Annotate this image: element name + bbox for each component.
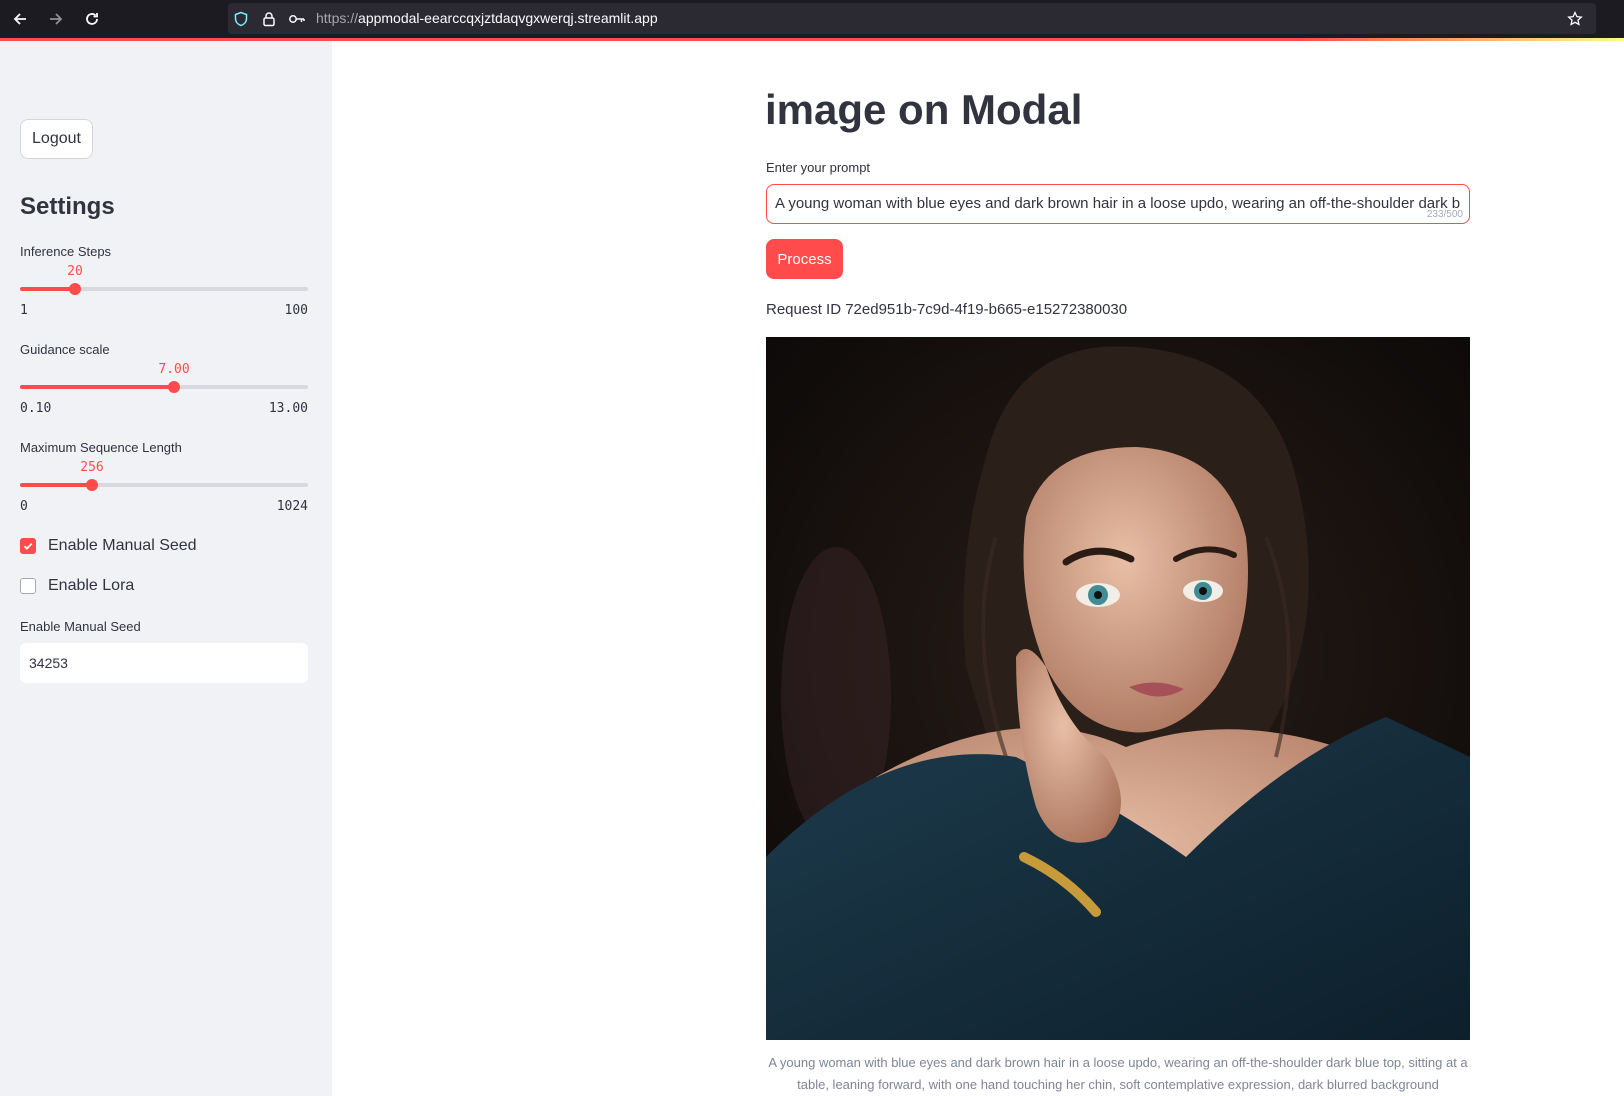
sidebar: Logout Settings Inference Steps 20 1 100…	[0, 41, 332, 1096]
slider-fill	[20, 385, 174, 389]
prompt-input-value: A young woman with blue eyes and dark br…	[775, 195, 1461, 212]
prompt-input[interactable]: A young woman with blue eyes and dark br…	[766, 184, 1470, 224]
arrow-right-icon	[50, 13, 63, 25]
shield-icon[interactable]	[232, 10, 250, 28]
slider-max-label: 1024	[276, 499, 308, 514]
checkbox-checked-icon[interactable]	[20, 538, 36, 554]
generated-image	[766, 337, 1470, 1040]
process-button[interactable]: Process	[766, 239, 843, 279]
slider-fill	[20, 287, 75, 291]
slider-min-label: 1	[20, 303, 28, 318]
checkbox-unchecked-icon[interactable]	[20, 578, 36, 594]
page-title: image on Modal	[765, 86, 1083, 133]
forward-button[interactable]	[44, 7, 68, 31]
prompt-label: Enter your prompt	[766, 160, 871, 175]
portrait-illustration	[766, 337, 1470, 1040]
url-host: appmodal-eearccqxjztdaqvgxwerqj.streamli…	[358, 10, 658, 26]
slider-fill	[20, 483, 92, 487]
slider-max-sequence-length[interactable]	[20, 479, 308, 491]
image-caption: A young woman with blue eyes and dark br…	[768, 1055, 1468, 1092]
settings-heading: Settings	[20, 193, 115, 220]
slider-thumb[interactable]	[168, 381, 180, 393]
char-count: 233/500	[1426, 209, 1463, 220]
slider-min-label: 0	[20, 499, 28, 514]
seed-input-label: Enable Manual Seed	[20, 619, 141, 634]
slider-label-inference-steps: Inference Steps	[20, 244, 112, 259]
slider-thumb[interactable]	[69, 283, 81, 295]
seed-input[interactable]: 34253	[20, 643, 308, 683]
checkbox-enable-manual-seed[interactable]: Enable Manual Seed	[20, 537, 197, 555]
slider-inference-steps[interactable]	[20, 283, 308, 295]
checkbox-label: Enable Lora	[48, 577, 135, 594]
request-id-text: Request ID 72ed951b-7c9d-4f19-b665-e1527…	[766, 301, 1128, 318]
address-bar[interactable]: https://appmodal-eearccqxjztdaqvgxwerqj.…	[228, 3, 1596, 34]
slider-max-label: 13.00	[268, 401, 308, 416]
slider-label-max-sequence-length: Maximum Sequence Length	[20, 440, 182, 455]
url-text[interactable]: https://appmodal-eearccqxjztdaqvgxwerqj.…	[316, 10, 658, 26]
key-icon[interactable]	[288, 10, 306, 28]
lock-icon[interactable]	[260, 10, 278, 28]
slider-max-label: 100	[284, 303, 308, 318]
checkbox-label: Enable Manual Seed	[48, 537, 197, 554]
back-button[interactable]	[8, 7, 32, 31]
reload-icon	[86, 13, 98, 25]
logout-button[interactable]: Logout	[20, 119, 93, 159]
slider-min-label: 0.10	[20, 401, 52, 416]
url-scheme: https://	[316, 10, 359, 26]
slider-thumb[interactable]	[86, 479, 98, 491]
bookmark-star-icon[interactable]	[1566, 10, 1584, 28]
slider-value-max-sequence-length: 256	[80, 460, 104, 475]
browser-toolbar: https://appmodal-eearccqxjztdaqvgxwerqj.…	[0, 0, 1624, 38]
slider-value-inference-steps: 20	[67, 264, 83, 279]
slider-label-guidance-scale: Guidance scale	[20, 342, 110, 357]
slider-value-guidance-scale: 7.00	[158, 362, 190, 377]
arrow-left-icon	[13, 13, 26, 25]
reload-button[interactable]	[80, 7, 104, 31]
checkbox-enable-lora[interactable]: Enable Lora	[20, 577, 134, 595]
slider-guidance-scale[interactable]	[20, 381, 308, 393]
